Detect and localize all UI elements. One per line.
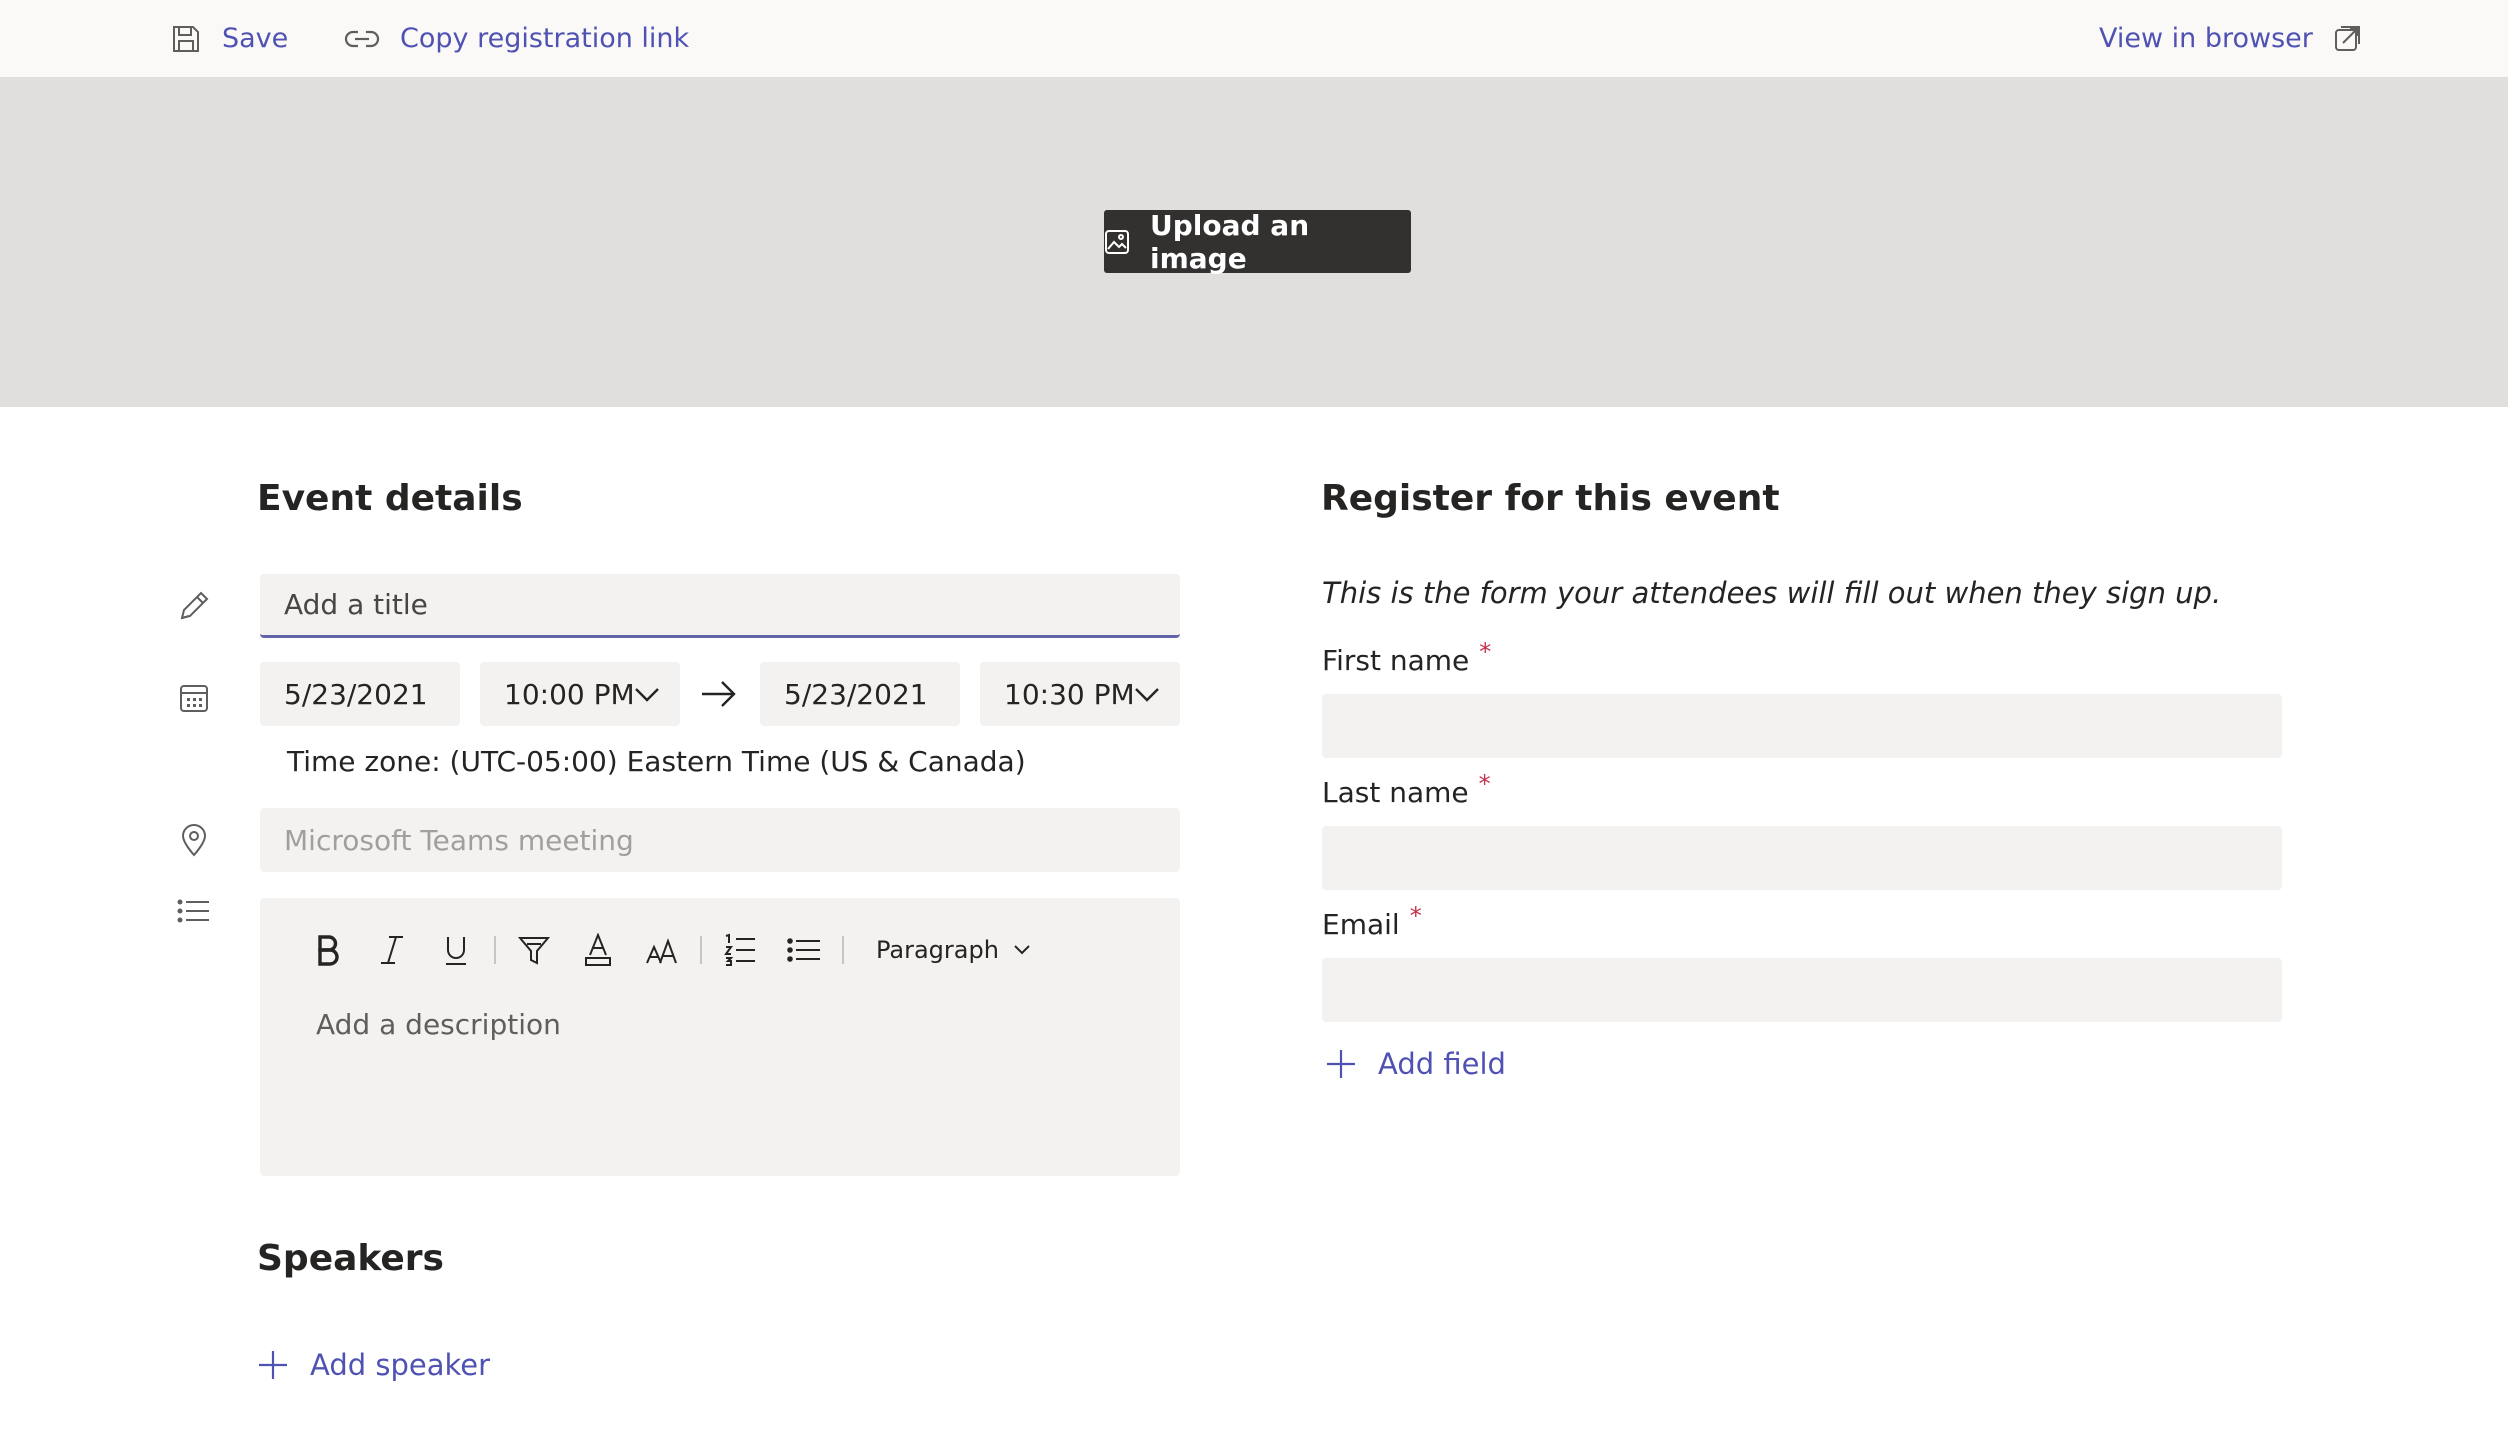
font-color-button[interactable]: [566, 928, 630, 972]
chevron-down-icon: [1134, 684, 1160, 704]
toolbar-divider: [700, 936, 702, 964]
chevron-down-icon: [634, 684, 660, 704]
start-time-value: 10:00 PM: [504, 677, 635, 711]
end-time-value: 10:30 PM: [1004, 677, 1135, 711]
arrow-right-icon: [700, 676, 738, 712]
registration-note: This is the form your attendees will fil…: [1322, 576, 2222, 610]
register-heading: Register for this event: [1321, 478, 1780, 519]
first-name-input[interactable]: [1322, 694, 2282, 758]
save-icon: [170, 23, 202, 55]
last-name-label-text: Last name: [1322, 776, 1469, 809]
highlighter-icon: [518, 934, 550, 966]
end-date-value: 5/23/2021: [784, 677, 928, 711]
font-size-button[interactable]: [630, 928, 694, 972]
location-pin-icon: [176, 822, 212, 858]
description-editor[interactable]: Paragraph Add a description: [260, 898, 1180, 1176]
first-name-label: First name *: [1322, 638, 1491, 677]
timezone-link[interactable]: Time zone: (UTC-05:00) Eastern Time (US …: [287, 745, 1026, 778]
email-input[interactable]: [1322, 958, 2282, 1022]
highlight-button[interactable]: [502, 928, 566, 972]
title-placeholder: Add a title: [284, 588, 428, 621]
underline-icon: [443, 934, 469, 966]
copy-link-label: Copy registration link: [400, 23, 690, 54]
location-placeholder: Microsoft Teams meeting: [284, 823, 634, 857]
formatting-toolbar: Paragraph: [296, 928, 1031, 972]
speakers-heading: Speakers: [257, 1238, 444, 1279]
calendar-icon: [176, 680, 212, 716]
view-in-browser-button[interactable]: View in browser: [2099, 0, 2363, 77]
add-field-button[interactable]: Add field: [1326, 1047, 1506, 1081]
copy-registration-link-button[interactable]: Copy registration link: [344, 0, 689, 77]
upload-image-label: Upload an image: [1150, 208, 1310, 275]
toolbar-divider: [494, 936, 496, 964]
bold-button[interactable]: [296, 928, 360, 972]
upload-image-button[interactable]: Upload an image: [1104, 208, 1411, 275]
open-external-icon: [2333, 24, 2363, 54]
end-date-picker[interactable]: 5/23/2021: [760, 662, 960, 726]
chevron-down-icon: [1013, 944, 1031, 956]
font-size-icon: [645, 935, 679, 965]
paragraph-style-dropdown[interactable]: Paragraph: [876, 936, 1031, 964]
numbered-list-icon: [724, 933, 756, 967]
paragraph-style-label: Paragraph: [876, 936, 999, 964]
bold-icon: [315, 934, 341, 966]
event-details-heading: Event details: [257, 478, 523, 519]
email-label: Email *: [1322, 902, 1422, 941]
font-color-icon: [583, 933, 613, 967]
add-speaker-button[interactable]: Add speaker: [258, 1348, 490, 1382]
required-asterisk: *: [1478, 770, 1491, 798]
link-icon: [344, 27, 380, 51]
description-list-icon: [176, 893, 212, 929]
bulleted-list-icon: [787, 936, 821, 964]
plus-icon: [1326, 1049, 1356, 1079]
required-asterisk: *: [1409, 902, 1422, 930]
top-toolbar: Save Copy registration link View in brow…: [0, 0, 2508, 79]
event-title-input[interactable]: Add a title: [260, 574, 1180, 638]
required-asterisk: *: [1479, 638, 1492, 666]
start-date-value: 5/23/2021: [284, 677, 428, 711]
numbered-list-button[interactable]: [708, 928, 772, 972]
add-field-label: Add field: [1378, 1047, 1506, 1081]
save-label: Save: [222, 23, 289, 54]
description-placeholder: Add a description: [316, 1008, 561, 1041]
bulleted-list-button[interactable]: [772, 928, 836, 972]
first-name-label-text: First name: [1322, 644, 1470, 677]
toolbar-divider: [842, 936, 844, 964]
event-banner: Upload an image: [0, 79, 2508, 407]
end-time-dropdown[interactable]: 10:30 PM: [980, 662, 1180, 726]
plus-icon: [258, 1350, 288, 1380]
italic-button[interactable]: [360, 928, 424, 972]
save-button[interactable]: Save: [170, 0, 288, 77]
view-in-browser-label: View in browser: [2099, 23, 2313, 54]
add-speaker-label: Add speaker: [310, 1348, 491, 1382]
italic-icon: [379, 934, 405, 966]
last-name-label: Last name *: [1322, 770, 1491, 809]
pencil-icon: [176, 588, 212, 624]
image-icon: [1104, 229, 1130, 255]
underline-button[interactable]: [424, 928, 488, 972]
email-label-text: Email: [1322, 908, 1400, 941]
location-input[interactable]: Microsoft Teams meeting: [260, 808, 1180, 872]
last-name-input[interactable]: [1322, 826, 2282, 890]
start-time-dropdown[interactable]: 10:00 PM: [480, 662, 680, 726]
start-date-picker[interactable]: 5/23/2021: [260, 662, 460, 726]
